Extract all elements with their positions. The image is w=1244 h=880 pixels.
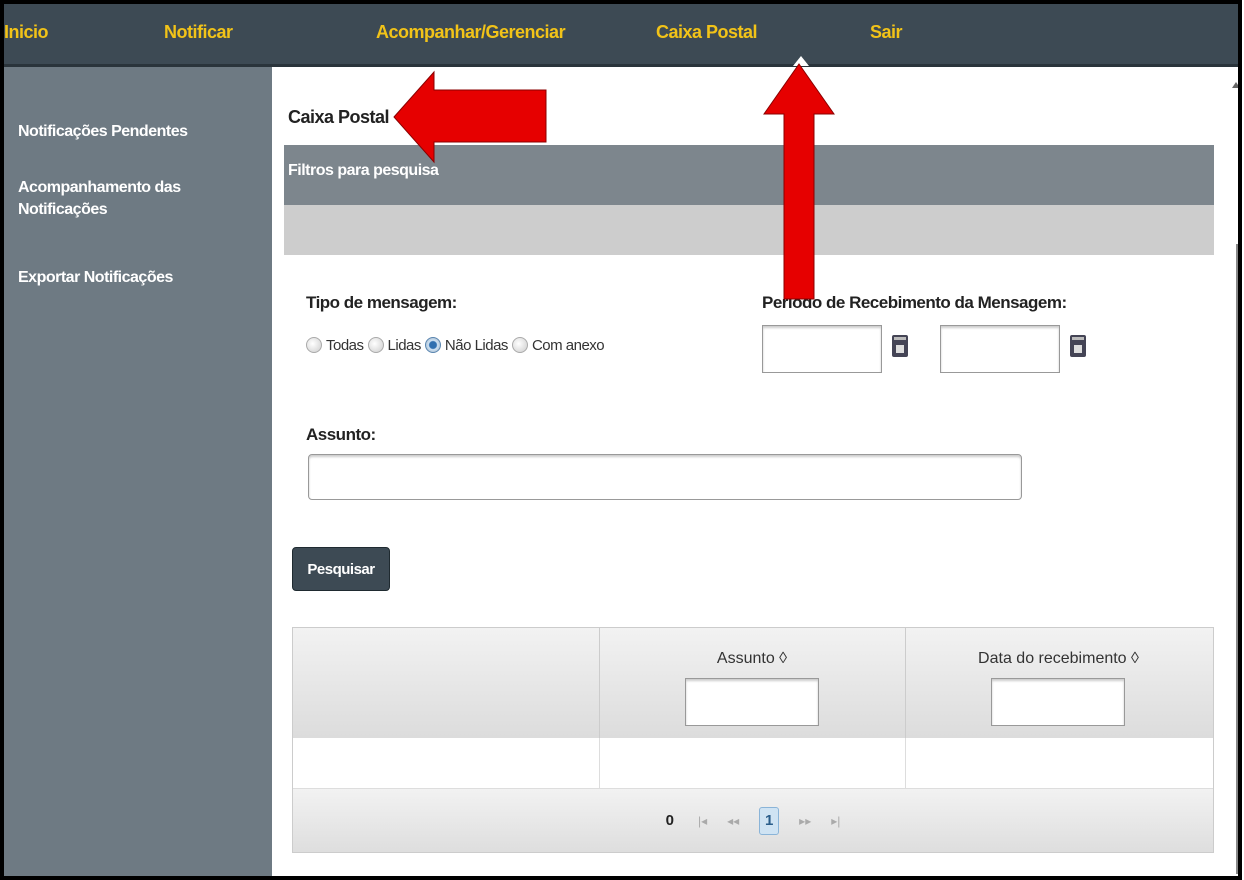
subject-label: Assunto: — [306, 425, 376, 444]
first-page-icon[interactable]: |◂ — [698, 814, 707, 828]
column-header-label[interactable]: Data do recebimento ◊ — [905, 650, 1212, 668]
main-content: Caixa Postal Filtros para pesquisa Tipo … — [272, 67, 1238, 876]
results-table: Assunto ◊ Data do recebimento ◊ 0 |◂ ◂◂ — [292, 627, 1214, 853]
radio-lidas[interactable] — [367, 337, 384, 353]
page-title: Caixa Postal — [288, 107, 390, 127]
assunto-column-filter-input[interactable] — [685, 678, 819, 726]
nav-notificar[interactable]: Notificar — [164, 22, 233, 43]
nav-acompanhar-gerenciar[interactable]: Acompanhar/Gerenciar — [376, 22, 566, 43]
table-footer: 0 |◂ ◂◂ 1 ▸▸ ▸| — [293, 789, 1213, 852]
sidebar: Notificações Pendentes Acompanhamento da… — [4, 67, 272, 876]
filters-subbar — [284, 205, 1214, 255]
table-cell — [293, 738, 600, 788]
table-header: Assunto ◊ Data do recebimento ◊ — [293, 628, 1213, 739]
radio-nao-lidas[interactable] — [424, 337, 441, 353]
period-end-input[interactable] — [940, 325, 1060, 373]
radio-todas-label[interactable]: Todas — [326, 337, 364, 354]
top-navigation: Inicio Notificar Acompanhar/Gerenciar Ca… — [4, 4, 1238, 67]
scroll-up-icon[interactable] — [1232, 82, 1238, 88]
active-menu-caret-icon — [793, 56, 809, 66]
column-header-assunto[interactable]: Assunto ◊ — [599, 628, 906, 738]
nav-inicio[interactable]: Inicio — [4, 22, 49, 43]
table-cell — [905, 738, 1212, 788]
subject-input[interactable] — [308, 454, 1022, 500]
last-page-icon[interactable]: ▸| — [831, 814, 840, 828]
message-type-label: Tipo de mensagem: — [306, 293, 457, 312]
current-page-button[interactable]: 1 — [759, 806, 780, 835]
column-header-label[interactable]: Assunto ◊ — [599, 650, 905, 668]
sidebar-item-exportar[interactable]: Exportar Notificações — [18, 267, 258, 289]
radio-nao-lidas-label[interactable]: Não Lidas — [445, 337, 509, 354]
column-header-data-recebimento[interactable]: Data do recebimento ◊ — [905, 628, 1212, 738]
period-start-input[interactable] — [762, 325, 882, 373]
table-cell — [599, 738, 906, 788]
calendar-icon[interactable] — [892, 335, 908, 357]
record-count: 0 — [665, 812, 674, 829]
radio-com-anexo-label[interactable]: Com anexo — [532, 337, 605, 354]
message-type-radio-group: Todas Lidas Não Lidas Com anexo — [306, 332, 608, 358]
filters-title: Filtros para pesquisa — [288, 162, 439, 179]
vertical-scrollbar[interactable] — [1236, 244, 1238, 874]
sidebar-item-notificacoes-pendentes[interactable]: Notificações Pendentes — [18, 121, 258, 143]
browser-frame: Inicio Notificar Acompanhar/Gerenciar Ca… — [0, 0, 1242, 880]
nav-sair[interactable]: Sair — [870, 22, 903, 43]
next-page-icon[interactable]: ▸▸ — [799, 814, 811, 828]
nav-caixa-postal[interactable]: Caixa Postal — [656, 22, 758, 43]
filters-header: Filtros para pesquisa — [284, 145, 1214, 205]
prev-page-icon[interactable]: ◂◂ — [727, 814, 739, 828]
radio-com-anexo[interactable] — [511, 337, 528, 353]
calendar-icon[interactable] — [1070, 335, 1086, 357]
radio-lidas-label[interactable]: Lidas — [388, 337, 422, 354]
table-header-cell — [293, 628, 600, 738]
table-row — [293, 738, 1213, 789]
period-label: Período de Recebimento da Mensagem: — [762, 293, 1067, 312]
data-column-filter-input[interactable] — [991, 678, 1125, 726]
search-button[interactable]: Pesquisar — [292, 547, 390, 591]
radio-todas[interactable] — [306, 337, 322, 353]
pagination: 0 |◂ ◂◂ 1 ▸▸ ▸| — [293, 789, 1213, 852]
sidebar-item-acompanhamento[interactable]: Acompanhamento das Notificações — [18, 177, 208, 221]
